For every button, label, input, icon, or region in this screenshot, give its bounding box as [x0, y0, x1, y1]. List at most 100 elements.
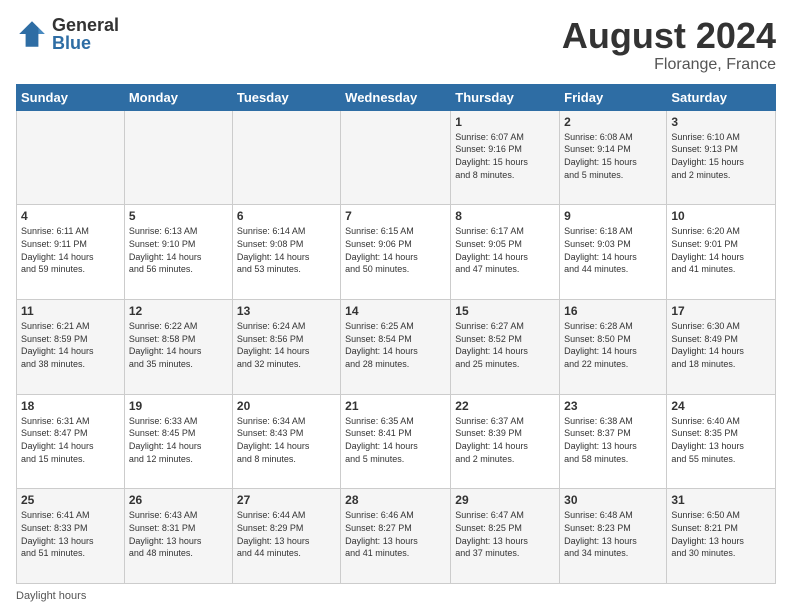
day-cell [341, 110, 451, 205]
day-cell: 21Sunrise: 6:35 AM Sunset: 8:41 PM Dayli… [341, 394, 451, 489]
day-cell: 10Sunrise: 6:20 AM Sunset: 9:01 PM Dayli… [667, 205, 776, 300]
day-info: Sunrise: 6:28 AM Sunset: 8:50 PM Dayligh… [564, 320, 662, 370]
day-info: Sunrise: 6:41 AM Sunset: 8:33 PM Dayligh… [21, 509, 120, 559]
title-block: August 2024 Florange, France [562, 16, 776, 74]
day-number: 27 [237, 492, 336, 508]
day-number: 12 [129, 303, 228, 319]
week-row-1: 4Sunrise: 6:11 AM Sunset: 9:11 PM Daylig… [17, 205, 776, 300]
month-title: August 2024 [562, 16, 776, 56]
day-info: Sunrise: 6:17 AM Sunset: 9:05 PM Dayligh… [455, 225, 555, 275]
day-cell: 2Sunrise: 6:08 AM Sunset: 9:14 PM Daylig… [560, 110, 667, 205]
day-cell: 13Sunrise: 6:24 AM Sunset: 8:56 PM Dayli… [232, 299, 340, 394]
day-cell: 19Sunrise: 6:33 AM Sunset: 8:45 PM Dayli… [124, 394, 232, 489]
day-number: 17 [671, 303, 771, 319]
day-number: 2 [564, 114, 662, 130]
day-number: 10 [671, 208, 771, 224]
day-info: Sunrise: 6:24 AM Sunset: 8:56 PM Dayligh… [237, 320, 336, 370]
day-info: Sunrise: 6:07 AM Sunset: 9:16 PM Dayligh… [455, 131, 555, 181]
col-wednesday: Wednesday [341, 84, 451, 110]
day-cell [124, 110, 232, 205]
day-cell: 12Sunrise: 6:22 AM Sunset: 8:58 PM Dayli… [124, 299, 232, 394]
week-row-2: 11Sunrise: 6:21 AM Sunset: 8:59 PM Dayli… [17, 299, 776, 394]
day-info: Sunrise: 6:15 AM Sunset: 9:06 PM Dayligh… [345, 225, 446, 275]
day-number: 11 [21, 303, 120, 319]
col-friday: Friday [560, 84, 667, 110]
day-number: 18 [21, 398, 120, 414]
day-info: Sunrise: 6:46 AM Sunset: 8:27 PM Dayligh… [345, 509, 446, 559]
day-cell: 31Sunrise: 6:50 AM Sunset: 8:21 PM Dayli… [667, 489, 776, 584]
day-info: Sunrise: 6:08 AM Sunset: 9:14 PM Dayligh… [564, 131, 662, 181]
day-info: Sunrise: 6:22 AM Sunset: 8:58 PM Dayligh… [129, 320, 228, 370]
location: Florange, France [562, 56, 776, 74]
day-info: Sunrise: 6:50 AM Sunset: 8:21 PM Dayligh… [671, 509, 771, 559]
calendar: Sunday Monday Tuesday Wednesday Thursday… [16, 84, 776, 584]
day-number: 23 [564, 398, 662, 414]
day-info: Sunrise: 6:43 AM Sunset: 8:31 PM Dayligh… [129, 509, 228, 559]
day-info: Sunrise: 6:37 AM Sunset: 8:39 PM Dayligh… [455, 415, 555, 465]
day-cell: 1Sunrise: 6:07 AM Sunset: 9:16 PM Daylig… [451, 110, 560, 205]
day-cell [17, 110, 125, 205]
day-info: Sunrise: 6:11 AM Sunset: 9:11 PM Dayligh… [21, 225, 120, 275]
day-number: 5 [129, 208, 228, 224]
day-number: 21 [345, 398, 446, 414]
header-row: Sunday Monday Tuesday Wednesday Thursday… [17, 84, 776, 110]
logo-blue-text: Blue [52, 34, 119, 52]
day-info: Sunrise: 6:31 AM Sunset: 8:47 PM Dayligh… [21, 415, 120, 465]
day-number: 9 [564, 208, 662, 224]
col-sunday: Sunday [17, 84, 125, 110]
day-cell: 4Sunrise: 6:11 AM Sunset: 9:11 PM Daylig… [17, 205, 125, 300]
col-saturday: Saturday [667, 84, 776, 110]
day-number: 6 [237, 208, 336, 224]
day-cell: 15Sunrise: 6:27 AM Sunset: 8:52 PM Dayli… [451, 299, 560, 394]
day-info: Sunrise: 6:27 AM Sunset: 8:52 PM Dayligh… [455, 320, 555, 370]
day-cell: 9Sunrise: 6:18 AM Sunset: 9:03 PM Daylig… [560, 205, 667, 300]
day-number: 3 [671, 114, 771, 130]
day-number: 13 [237, 303, 336, 319]
day-number: 30 [564, 492, 662, 508]
col-thursday: Thursday [451, 84, 560, 110]
day-number: 31 [671, 492, 771, 508]
day-info: Sunrise: 6:35 AM Sunset: 8:41 PM Dayligh… [345, 415, 446, 465]
week-row-0: 1Sunrise: 6:07 AM Sunset: 9:16 PM Daylig… [17, 110, 776, 205]
day-number: 15 [455, 303, 555, 319]
day-cell: 3Sunrise: 6:10 AM Sunset: 9:13 PM Daylig… [667, 110, 776, 205]
day-number: 20 [237, 398, 336, 414]
day-cell: 28Sunrise: 6:46 AM Sunset: 8:27 PM Dayli… [341, 489, 451, 584]
day-info: Sunrise: 6:38 AM Sunset: 8:37 PM Dayligh… [564, 415, 662, 465]
day-cell: 16Sunrise: 6:28 AM Sunset: 8:50 PM Dayli… [560, 299, 667, 394]
day-cell: 23Sunrise: 6:38 AM Sunset: 8:37 PM Dayli… [560, 394, 667, 489]
page: General Blue August 2024 Florange, Franc… [0, 0, 792, 612]
day-cell: 6Sunrise: 6:14 AM Sunset: 9:08 PM Daylig… [232, 205, 340, 300]
col-tuesday: Tuesday [232, 84, 340, 110]
day-info: Sunrise: 6:48 AM Sunset: 8:23 PM Dayligh… [564, 509, 662, 559]
day-cell: 18Sunrise: 6:31 AM Sunset: 8:47 PM Dayli… [17, 394, 125, 489]
day-info: Sunrise: 6:20 AM Sunset: 9:01 PM Dayligh… [671, 225, 771, 275]
day-cell: 29Sunrise: 6:47 AM Sunset: 8:25 PM Dayli… [451, 489, 560, 584]
calendar-table: Sunday Monday Tuesday Wednesday Thursday… [16, 84, 776, 584]
day-info: Sunrise: 6:30 AM Sunset: 8:49 PM Dayligh… [671, 320, 771, 370]
day-cell: 8Sunrise: 6:17 AM Sunset: 9:05 PM Daylig… [451, 205, 560, 300]
day-info: Sunrise: 6:33 AM Sunset: 8:45 PM Dayligh… [129, 415, 228, 465]
header: General Blue August 2024 Florange, Franc… [16, 16, 776, 74]
calendar-header: Sunday Monday Tuesday Wednesday Thursday… [17, 84, 776, 110]
logo-text: General Blue [52, 16, 119, 52]
day-number: 29 [455, 492, 555, 508]
day-cell: 20Sunrise: 6:34 AM Sunset: 8:43 PM Dayli… [232, 394, 340, 489]
day-info: Sunrise: 6:14 AM Sunset: 9:08 PM Dayligh… [237, 225, 336, 275]
day-info: Sunrise: 6:13 AM Sunset: 9:10 PM Dayligh… [129, 225, 228, 275]
day-number: 25 [21, 492, 120, 508]
col-monday: Monday [124, 84, 232, 110]
day-info: Sunrise: 6:47 AM Sunset: 8:25 PM Dayligh… [455, 509, 555, 559]
day-number: 24 [671, 398, 771, 414]
day-cell: 7Sunrise: 6:15 AM Sunset: 9:06 PM Daylig… [341, 205, 451, 300]
day-number: 22 [455, 398, 555, 414]
day-cell: 5Sunrise: 6:13 AM Sunset: 9:10 PM Daylig… [124, 205, 232, 300]
week-row-4: 25Sunrise: 6:41 AM Sunset: 8:33 PM Dayli… [17, 489, 776, 584]
day-info: Sunrise: 6:25 AM Sunset: 8:54 PM Dayligh… [345, 320, 446, 370]
logo-general: General [52, 16, 119, 34]
day-number: 28 [345, 492, 446, 508]
day-cell: 24Sunrise: 6:40 AM Sunset: 8:35 PM Dayli… [667, 394, 776, 489]
day-info: Sunrise: 6:44 AM Sunset: 8:29 PM Dayligh… [237, 509, 336, 559]
day-cell: 17Sunrise: 6:30 AM Sunset: 8:49 PM Dayli… [667, 299, 776, 394]
logo-icon [16, 18, 48, 50]
